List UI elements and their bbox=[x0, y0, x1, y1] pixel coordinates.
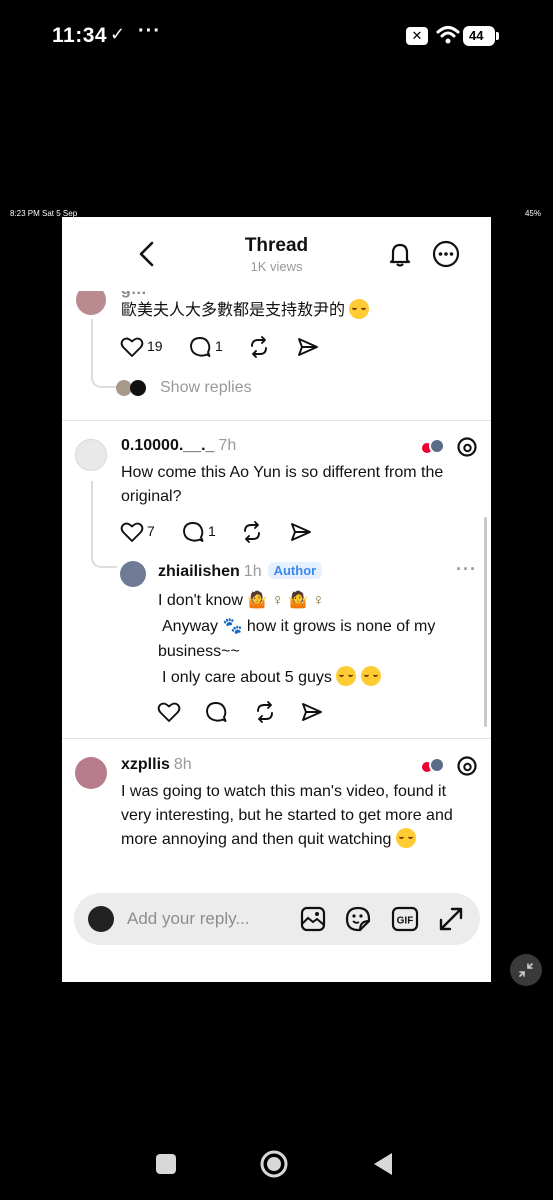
thread-line bbox=[91, 481, 93, 561]
like-count: 7 bbox=[147, 523, 155, 539]
comment-time: 7h bbox=[218, 437, 237, 454]
heart-icon[interactable] bbox=[157, 700, 181, 724]
comment-username[interactable]: g… bbox=[121, 291, 147, 299]
check-icon: ✓ bbox=[110, 24, 126, 44]
text-line-2b: how it grows is none of my bbox=[246, 617, 436, 635]
comment-text: I was going to watch this man's video, f… bbox=[121, 780, 479, 852]
text-line: business~~ bbox=[158, 643, 240, 660]
comment-text: How come this Ao Yun is so different fro… bbox=[121, 464, 444, 505]
emoji-icon bbox=[360, 665, 381, 686]
username-text: 0.10000.__._ bbox=[121, 437, 215, 454]
reply-bar[interactable]: Add your reply... GIF bbox=[74, 893, 480, 945]
thread-line bbox=[91, 319, 93, 381]
action-row: 19 1 bbox=[120, 335, 360, 359]
comment-text: 歐美夫人大多數都是支持敖尹的 bbox=[121, 299, 370, 323]
comment-text: I don't know 🤷 ♀ 🤷 ♀ Anyway 🐾 how it gro… bbox=[158, 588, 478, 690]
username-text: xzpllis bbox=[121, 756, 170, 773]
show-replies-link[interactable]: Show replies bbox=[160, 379, 252, 397]
heart-icon[interactable] bbox=[120, 335, 144, 359]
avatar[interactable] bbox=[75, 757, 107, 789]
liked-by-author-icon bbox=[422, 437, 446, 457]
threads-icon[interactable] bbox=[456, 755, 478, 777]
view-count: 1K views bbox=[250, 259, 303, 274]
reply-input[interactable]: Add your reply... bbox=[127, 909, 250, 929]
more-icon[interactable]: ··· bbox=[456, 559, 477, 580]
sticker-icon[interactable] bbox=[345, 906, 371, 932]
thread-connector bbox=[91, 377, 117, 388]
status-bar: 11:34 ✓ ··· ✕ 44 bbox=[0, 0, 553, 76]
action-row bbox=[157, 700, 357, 724]
divider bbox=[62, 420, 491, 421]
gallery-icon[interactable] bbox=[300, 906, 326, 932]
action-row: 7 1 bbox=[120, 520, 360, 544]
comment-username[interactable]: xzpllis 8h bbox=[121, 756, 192, 774]
emoji-icon: 🤷 ♀ 🤷 ♀ bbox=[247, 592, 325, 609]
reply-count: 1 bbox=[215, 338, 223, 354]
comment-icon[interactable] bbox=[204, 700, 228, 724]
page-title: Thread bbox=[244, 235, 309, 256]
comment-time: 1h bbox=[243, 563, 262, 580]
thread-header: Thread 1K views bbox=[62, 217, 491, 291]
repost-icon[interactable] bbox=[253, 700, 277, 724]
comment-icon[interactable] bbox=[188, 335, 212, 359]
username-text: zhiailishen bbox=[158, 563, 240, 580]
text-line: I only care about 5 guys bbox=[158, 665, 478, 691]
thread-connector bbox=[91, 557, 117, 568]
comment-feed[interactable]: g… 歐美夫人大多數都是支持敖尹的 19 1 Show replies 0.10… bbox=[62, 291, 491, 891]
gif-icon[interactable]: GIF bbox=[391, 906, 419, 932]
share-icon[interactable] bbox=[300, 700, 324, 724]
emoji-icon bbox=[336, 665, 357, 686]
comment-time: 8h bbox=[173, 756, 192, 773]
author-badge: Author bbox=[267, 562, 323, 579]
divider bbox=[62, 738, 491, 739]
avatar[interactable] bbox=[75, 439, 107, 471]
comment-username[interactable]: 0.10000.__._ 7h bbox=[121, 437, 236, 455]
reply-count: 1 bbox=[208, 523, 216, 539]
scrollbar[interactable] bbox=[484, 517, 487, 727]
recents-button[interactable] bbox=[156, 1154, 176, 1174]
battery-icon: 44 bbox=[463, 26, 499, 46]
share-icon[interactable] bbox=[289, 520, 313, 544]
collapse-window-button[interactable] bbox=[510, 954, 542, 986]
liked-by-author-icon bbox=[422, 756, 446, 776]
text-line: I don't know 🤷 ♀ 🤷 ♀ bbox=[158, 588, 478, 614]
more-icon[interactable] bbox=[432, 240, 460, 268]
paw-icon: 🐾 bbox=[222, 617, 243, 635]
expand-replies-icon[interactable] bbox=[130, 380, 146, 396]
emoji-icon bbox=[349, 299, 370, 319]
home-button[interactable] bbox=[259, 1149, 289, 1179]
repost-icon[interactable] bbox=[240, 520, 264, 544]
collapse-icon bbox=[519, 963, 533, 977]
avatar bbox=[88, 906, 114, 932]
text-line-4: I only care about 5 guys bbox=[162, 668, 332, 686]
comment-icon[interactable] bbox=[181, 520, 205, 544]
comment-text-content: 歐美夫人大多數都是支持敖尹的 bbox=[121, 302, 346, 319]
text-line-2: Anyway bbox=[162, 617, 219, 635]
tablet-battery: 45% bbox=[524, 209, 541, 218]
expand-icon[interactable] bbox=[438, 906, 464, 932]
emoji-icon bbox=[395, 828, 416, 848]
repost-icon[interactable] bbox=[247, 335, 271, 359]
threads-icon[interactable] bbox=[456, 436, 478, 458]
text-line-1: I don't know bbox=[158, 592, 243, 609]
back-button[interactable] bbox=[372, 1151, 394, 1177]
avatar[interactable] bbox=[120, 561, 146, 587]
bell-icon[interactable] bbox=[386, 240, 414, 268]
threads-window: Thread 1K views g… 歐美夫人大多數都是支持敖尹的 19 1 bbox=[62, 217, 491, 982]
share-icon[interactable] bbox=[296, 335, 320, 359]
more-dots-icon: ··· bbox=[138, 20, 161, 42]
like-count: 19 bbox=[147, 338, 163, 354]
text-line: Anyway 🐾 how it grows is none of my bbox=[158, 614, 478, 640]
close-notification-icon: ✕ bbox=[406, 27, 428, 45]
svg-text:GIF: GIF bbox=[397, 916, 414, 927]
comment-username[interactable]: zhiailishen 1h Author bbox=[158, 562, 323, 581]
wifi-icon bbox=[436, 26, 460, 44]
status-time: 11:34 bbox=[52, 24, 108, 47]
heart-icon[interactable] bbox=[120, 520, 144, 544]
avatar[interactable] bbox=[76, 291, 106, 315]
